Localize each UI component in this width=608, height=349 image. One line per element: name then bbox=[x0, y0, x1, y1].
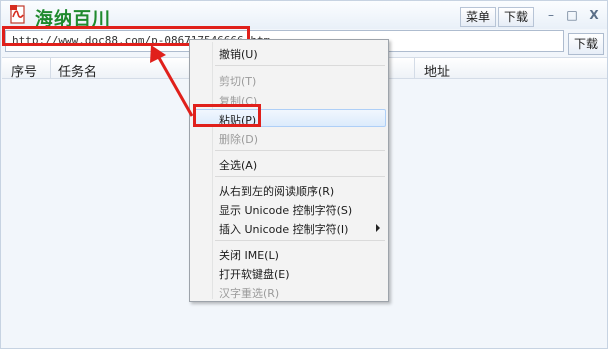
menu-item-select-all[interactable]: 全选(A) bbox=[219, 157, 257, 173]
menu-item-close-ime[interactable]: 关闭 IME(L) bbox=[219, 247, 279, 263]
menu-item-cut[interactable]: 剪切(T) bbox=[219, 73, 256, 89]
annotation-box-paste bbox=[193, 104, 261, 127]
menu-separator bbox=[215, 150, 385, 151]
close-button[interactable]: X bbox=[585, 6, 603, 24]
menu-separator bbox=[215, 176, 385, 177]
menu-item-rtl-reading-order[interactable]: 从右到左的阅读顺序(R) bbox=[219, 183, 334, 199]
maximize-button[interactable]: □ bbox=[563, 6, 581, 24]
download-button[interactable]: 下载 bbox=[568, 33, 604, 55]
menu-item-soft-keyboard[interactable]: 打开软键盘(E) bbox=[219, 266, 290, 282]
menu-item-reconvert[interactable]: 汉字重选(R) bbox=[219, 285, 279, 301]
menu-separator bbox=[215, 240, 385, 241]
menu-item-insert-unicode-control[interactable]: 插入 Unicode 控制字符(I) bbox=[219, 221, 348, 237]
pdf-document-icon bbox=[10, 5, 25, 24]
menu-item-delete[interactable]: 删除(D) bbox=[219, 131, 258, 147]
menu-button[interactable]: 菜单 bbox=[460, 7, 496, 27]
column-header-index[interactable]: 序号 bbox=[11, 61, 37, 80]
chevron-right-icon bbox=[376, 224, 380, 232]
column-header-task-name[interactable]: 任务名 bbox=[58, 61, 97, 80]
column-divider[interactable] bbox=[50, 58, 51, 79]
title-bar[interactable]: 海纳百川 菜单 下载 – □ X bbox=[1, 1, 607, 30]
minimize-button[interactable]: – bbox=[542, 6, 560, 24]
column-divider[interactable] bbox=[414, 58, 415, 79]
menu-item-show-unicode-control[interactable]: 显示 Unicode 控制字符(S) bbox=[219, 202, 352, 218]
menu-separator bbox=[215, 65, 385, 66]
menu-gutter bbox=[212, 42, 213, 299]
menu-item-undo[interactable]: 撤销(U) bbox=[219, 46, 258, 62]
download-title-button[interactable]: 下载 bbox=[498, 7, 534, 27]
column-header-url[interactable]: 地址 bbox=[424, 61, 450, 80]
context-menu: 撤销(U) 剪切(T) 复制(C) 粘贴(P) 删除(D) 全选(A) 从右到左… bbox=[189, 39, 389, 302]
